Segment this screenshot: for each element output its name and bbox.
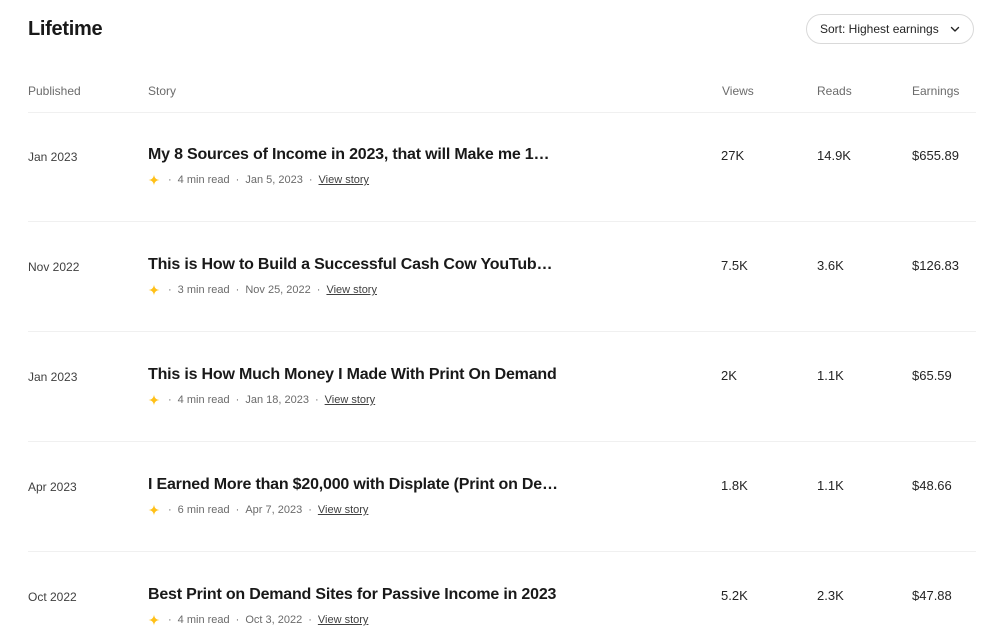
separator-dot: · xyxy=(235,614,240,626)
member-star-icon xyxy=(148,284,160,296)
table-header: Published Story Views Reads Earnings xyxy=(28,84,976,113)
earnings-amount: $47.88 xyxy=(912,588,952,603)
reads-count: 1.1K xyxy=(817,368,844,383)
read-time: 4 min read xyxy=(177,614,230,626)
views-count: 2K xyxy=(721,368,737,383)
story-date: Jan 5, 2023 xyxy=(245,174,303,186)
read-time: 4 min read xyxy=(177,174,230,186)
story-date: Oct 3, 2022 xyxy=(245,614,303,626)
reads-count: 2.3K xyxy=(817,588,844,603)
reads-count: 14.9K xyxy=(817,148,851,163)
separator-dot: · xyxy=(235,284,240,296)
separator-dot: · xyxy=(308,504,312,516)
page-title: Lifetime xyxy=(28,18,103,40)
earnings-amount: $655.89 xyxy=(912,148,959,163)
chevron-down-icon xyxy=(949,23,961,35)
story-date: Nov 25, 2022 xyxy=(245,284,311,296)
table-row: Jan 2023 This is How Much Money I Made Wi… xyxy=(28,332,976,442)
story-date: Jan 18, 2023 xyxy=(245,394,309,406)
published-date: Jan 2023 xyxy=(28,370,78,384)
story-title-link[interactable]: This is How Much Money I Made With Print… xyxy=(148,366,558,384)
story-meta: · 4 min read · Jan 18, 2023 · View story xyxy=(148,394,375,406)
separator-dot: · xyxy=(168,614,172,626)
sort-label: Sort: Highest earnings xyxy=(820,22,939,36)
member-star-icon xyxy=(148,504,160,516)
view-story-link[interactable]: View story xyxy=(318,504,369,516)
separator-dot: · xyxy=(168,284,172,296)
story-date: Apr 7, 2023 xyxy=(245,504,303,516)
read-time: 6 min read xyxy=(177,504,230,516)
read-time: 4 min read xyxy=(177,394,230,406)
separator-dot: · xyxy=(308,174,313,186)
separator-dot: · xyxy=(316,284,321,296)
view-story-link[interactable]: View story xyxy=(326,284,377,296)
earnings-amount: $48.66 xyxy=(912,478,952,493)
reads-count: 3.6K xyxy=(817,258,844,273)
story-meta: · 4 min read · Oct 3, 2022 · View story xyxy=(148,614,368,626)
member-star-icon xyxy=(148,394,160,406)
earnings-amount: $65.59 xyxy=(912,368,952,383)
separator-dot: · xyxy=(235,174,240,186)
table-row: Apr 2023 I Earned More than $20,000 with … xyxy=(28,442,976,552)
separator-dot: · xyxy=(168,504,172,516)
separator-dot: · xyxy=(235,504,240,516)
table-row: Oct 2022 Best Print on Demand Sites for P… xyxy=(28,552,976,644)
header-published: Published xyxy=(28,84,81,98)
reads-count: 1.1K xyxy=(817,478,844,493)
story-title-link[interactable]: My 8 Sources of Income in 2023, that wil… xyxy=(148,146,558,164)
views-count: 5.2K xyxy=(721,588,748,603)
member-star-icon xyxy=(148,614,160,626)
table-row: Jan 2023 My 8 Sources of Income in 2023, … xyxy=(28,112,976,222)
story-title-link[interactable]: I Earned More than $20,000 with Displate… xyxy=(148,476,558,494)
views-count: 1.8K xyxy=(721,478,748,493)
header-story: Story xyxy=(148,84,177,98)
separator-dot: · xyxy=(168,174,172,186)
story-title-link[interactable]: Best Print on Demand Sites for Passive I… xyxy=(148,586,558,604)
read-time: 3 min read xyxy=(177,284,230,296)
header-reads: Reads xyxy=(817,84,852,98)
story-meta: · 4 min read · Jan 5, 2023 · View story xyxy=(148,174,369,186)
separator-dot: · xyxy=(168,394,172,406)
story-title-link[interactable]: This is How to Build a Successful Cash C… xyxy=(148,256,558,274)
story-table-body: Jan 2023 My 8 Sources of Income in 2023, … xyxy=(28,112,976,644)
table-row: Nov 2022 This is How to Build a Successfu… xyxy=(28,222,976,332)
story-meta: · 3 min read · Nov 25, 2022 · View story xyxy=(148,284,377,296)
story-meta: · 6 min read · Apr 7, 2023 · View story xyxy=(148,504,368,516)
header-views: Views xyxy=(722,84,754,98)
header-earnings: Earnings xyxy=(912,84,960,98)
separator-dot: · xyxy=(235,394,240,406)
view-story-link[interactable]: View story xyxy=(318,614,369,626)
sort-dropdown-button[interactable]: Sort: Highest earnings xyxy=(806,14,974,44)
separator-dot: · xyxy=(314,394,319,406)
published-date: Jan 2023 xyxy=(28,150,78,164)
published-date: Nov 2022 xyxy=(28,260,80,274)
view-story-link[interactable]: View story xyxy=(325,394,376,406)
separator-dot: · xyxy=(308,614,312,626)
published-date: Apr 2023 xyxy=(28,480,77,494)
view-story-link[interactable]: View story xyxy=(319,174,370,186)
earnings-amount: $126.83 xyxy=(912,258,959,273)
views-count: 27K xyxy=(721,148,745,163)
member-star-icon xyxy=(148,174,160,186)
published-date: Oct 2022 xyxy=(28,590,77,604)
views-count: 7.5K xyxy=(721,258,748,273)
